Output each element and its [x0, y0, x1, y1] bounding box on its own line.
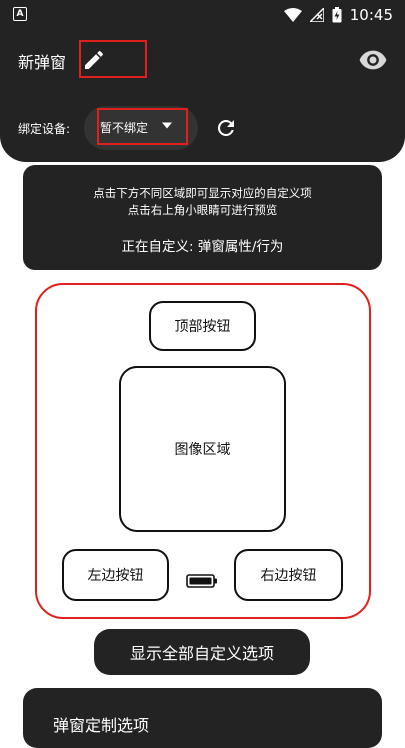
status-bar: A 10:45 [0, 0, 405, 30]
info-hint-line1: 点击下方不同区域即可显示对应的自定义项 [93, 186, 312, 200]
dropdown-arrow-icon[interactable] [162, 122, 172, 129]
show-all-options-button[interactable]: 显示全部自定义选项 [94, 629, 310, 675]
signal-off-icon [309, 8, 324, 22]
info-card: 点击下方不同区域即可显示对应的自定义项 点击右上角小眼睛可进行预览 正在自定义:… [23, 165, 382, 270]
status-time: 10:45 [349, 6, 393, 24]
info-hint-line2: 点击右上角小眼睛可进行预览 [127, 203, 278, 217]
eye-preview-icon[interactable] [359, 48, 387, 72]
right-button-region[interactable]: 右边按钮 [234, 549, 343, 601]
header: A 10:45 新弹窗 绑定设备: 暂不绑定 [0, 0, 405, 162]
left-button-region[interactable]: 左边按钮 [62, 549, 169, 601]
current-customizing-label: 正在自定义: 弹窗属性/行为 [121, 239, 284, 255]
page-title: 新弹窗 [18, 53, 67, 72]
battery-charging-icon [332, 7, 342, 23]
wifi-icon [283, 8, 302, 22]
bottom-options-panel: 弹窗定制选项 [23, 688, 382, 748]
bind-device-value[interactable]: 暂不绑定 [100, 119, 148, 136]
bottom-panel-title: 弹窗定制选项 [53, 716, 150, 735]
refresh-icon[interactable] [214, 116, 238, 140]
app-notification-icon: A [13, 7, 27, 21]
image-area-region[interactable]: 图像区域 [119, 366, 286, 532]
bind-device-label: 绑定设备: [18, 122, 71, 136]
status-right: 10:45 [283, 4, 393, 26]
battery-icon [186, 574, 217, 588]
pencil-icon[interactable] [82, 48, 106, 72]
top-button-region[interactable]: 顶部按钮 [149, 301, 256, 351]
